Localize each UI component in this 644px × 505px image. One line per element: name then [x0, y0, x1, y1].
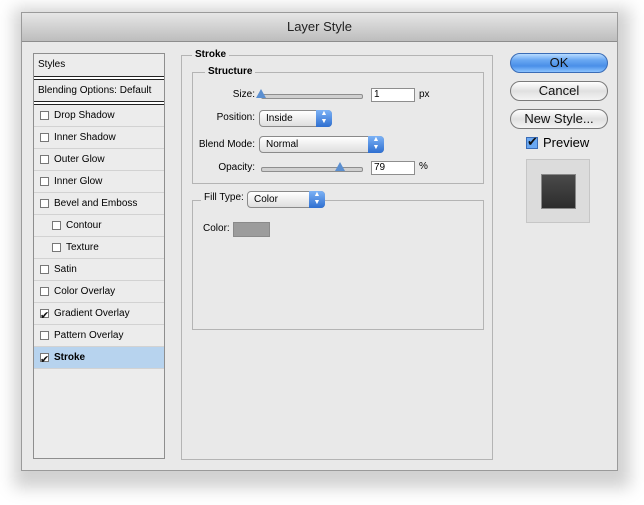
styles-panel: Styles Blending Options: Default Drop Sh…	[33, 53, 165, 459]
fill-type-value: Color	[254, 194, 278, 205]
style-item-gradient-overlay[interactable]: Gradient Overlay	[34, 303, 164, 327]
opacity-slider-track[interactable]	[261, 167, 363, 172]
preview-checkbox[interactable]	[526, 134, 538, 150]
style-item-label: Outer Glow	[54, 154, 105, 165]
style-item-label: Inner Shadow	[54, 132, 116, 143]
structure-title: Structure	[205, 66, 256, 77]
style-item-pattern-overlay[interactable]: Pattern Overlay	[34, 325, 164, 347]
fill-type-group: Fill Type: Color ▲ ▼ Color:	[192, 191, 484, 330]
size-slider-thumb[interactable]	[256, 89, 266, 98]
style-checkbox[interactable]	[40, 265, 49, 274]
style-checkbox[interactable]	[40, 306, 49, 327]
cancel-button[interactable]: Cancel	[510, 81, 608, 101]
structure-group: Structure Size: 1 px Position: Inside ▲ ▼…	[192, 66, 484, 184]
opacity-label: Opacity:	[218, 162, 255, 173]
size-label: Size:	[232, 89, 255, 100]
style-item-label: Stroke	[54, 352, 86, 363]
blend-mode-label: Blend Mode:	[198, 139, 255, 150]
style-item-color-overlay[interactable]: Color Overlay	[34, 281, 164, 303]
style-item-bevel-and-emboss[interactable]: Bevel and Emboss	[34, 193, 164, 215]
style-checkbox[interactable]	[40, 331, 49, 340]
style-item-texture[interactable]: Texture	[34, 237, 164, 259]
style-checkbox[interactable]	[52, 221, 61, 230]
stroke-group: Stroke Structure Size: 1 px Position: In…	[181, 49, 493, 460]
style-item-satin[interactable]: Satin	[34, 259, 164, 281]
opacity-unit: %	[419, 161, 428, 172]
blend-mode-select[interactable]: Normal ▲ ▼	[259, 136, 384, 153]
layer-style-dialog: Layer Style Styles Blending Options: Def…	[21, 12, 618, 471]
styles-header[interactable]: Styles	[34, 54, 164, 77]
style-item-label: Bevel and Emboss	[54, 198, 138, 209]
style-item-label: Inner Glow	[54, 176, 103, 187]
preview-square	[541, 174, 576, 209]
opacity-input[interactable]: 79	[371, 161, 415, 175]
style-item-label: Satin	[54, 264, 77, 275]
new-style-button[interactable]: New Style...	[510, 109, 608, 129]
blending-options-item[interactable]: Blending Options: Default	[34, 80, 164, 102]
style-item-inner-shadow[interactable]: Inner Shadow	[34, 127, 164, 149]
style-item-stroke[interactable]: Stroke	[34, 347, 164, 371]
window-title: Layer Style	[22, 13, 617, 42]
opacity-slider-thumb[interactable]	[335, 162, 345, 171]
style-checkbox[interactable]	[40, 350, 49, 371]
style-item-label: Drop Shadow	[54, 110, 115, 121]
style-checkbox[interactable]	[40, 177, 49, 186]
stroke-group-title: Stroke	[192, 49, 230, 60]
style-item-label: Color Overlay	[54, 286, 116, 297]
color-label: Color:	[203, 223, 230, 234]
style-item-drop-shadow[interactable]: Drop Shadow	[34, 105, 164, 127]
style-checkbox[interactable]	[40, 111, 49, 120]
fill-type-label: Fill Type:	[201, 192, 247, 203]
size-input[interactable]: 1	[371, 88, 415, 102]
fill-type-select[interactable]: Color ▲ ▼	[247, 191, 325, 208]
style-checkbox[interactable]	[40, 133, 49, 142]
size-slider-track[interactable]	[261, 94, 363, 99]
position-select[interactable]: Inside ▲ ▼	[259, 110, 332, 127]
style-checkbox[interactable]	[40, 287, 49, 296]
blend-mode-value: Normal	[266, 139, 299, 150]
style-checkbox[interactable]	[52, 243, 61, 252]
size-unit: px	[419, 89, 430, 100]
style-item-label: Texture	[66, 242, 99, 253]
blend-mode-dropdown-arrow-icon: ▲ ▼	[368, 136, 384, 153]
style-item-contour[interactable]: Contour	[34, 215, 164, 237]
style-item-outer-glow[interactable]: Outer Glow	[34, 149, 164, 171]
style-item-label: Gradient Overlay	[54, 308, 130, 319]
style-item-label: Pattern Overlay	[54, 330, 124, 341]
style-item-inner-glow[interactable]: Inner Glow	[34, 171, 164, 193]
preview-toggle[interactable]: Preview	[526, 134, 590, 150]
style-checkbox[interactable]	[40, 155, 49, 164]
color-swatch[interactable]	[233, 222, 270, 237]
preview-thumbnail	[526, 159, 590, 223]
preview-label: Preview	[543, 135, 590, 150]
style-item-label: Contour	[66, 220, 102, 231]
position-dropdown-arrow-icon: ▲ ▼	[316, 110, 332, 127]
position-label: Position:	[216, 112, 255, 123]
style-checkbox[interactable]	[40, 199, 49, 208]
ok-button[interactable]: OK	[510, 53, 608, 73]
fill-type-dropdown-arrow-icon: ▲ ▼	[309, 191, 325, 208]
style-list: Drop Shadow Inner Shadow Outer Glow Inner G…	[34, 105, 164, 371]
position-value: Inside	[266, 113, 293, 124]
